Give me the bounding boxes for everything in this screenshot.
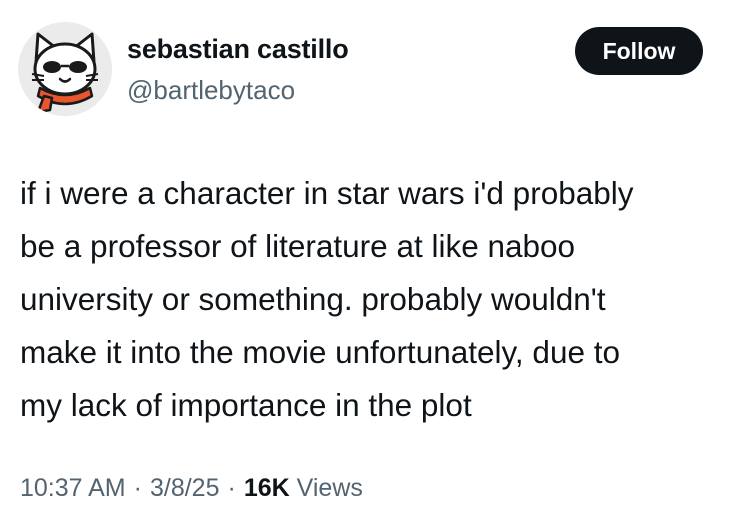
tweet-time[interactable]: 10:37 AM: [20, 474, 126, 502]
tweet-card: sebastian castillo @bartlebytaco Follow …: [0, 0, 735, 532]
avatar[interactable]: [18, 22, 112, 116]
views-label[interactable]: Views: [297, 474, 363, 502]
tweet-text-line: be a professor of literature at like nab…: [20, 228, 576, 264]
meta-separator: ·: [227, 474, 236, 502]
author-handle[interactable]: @bartlebytaco: [127, 75, 295, 106]
meta-separator: ·: [133, 474, 142, 502]
tweet-text-line: university or something. probably wouldn…: [20, 281, 606, 317]
tweet-date[interactable]: 3/8/25: [150, 474, 220, 502]
tweet-text-line: if i were a character in star wars i'd p…: [20, 175, 634, 211]
tweet-text-line: make it into the movie unfortunately, du…: [20, 334, 621, 370]
author-display-name[interactable]: sebastian castillo: [127, 34, 349, 65]
tweet-text-line: my lack of importance in the plot: [20, 387, 472, 423]
cat-avatar-icon: [18, 22, 112, 116]
tweet-text: if i were a character in star wars i'd p…: [20, 167, 720, 432]
follow-button[interactable]: Follow: [575, 27, 703, 75]
views-count[interactable]: 16K: [244, 474, 290, 502]
tweet-meta: 10:37 AM · 3/8/25 · 16K Views: [20, 474, 363, 503]
